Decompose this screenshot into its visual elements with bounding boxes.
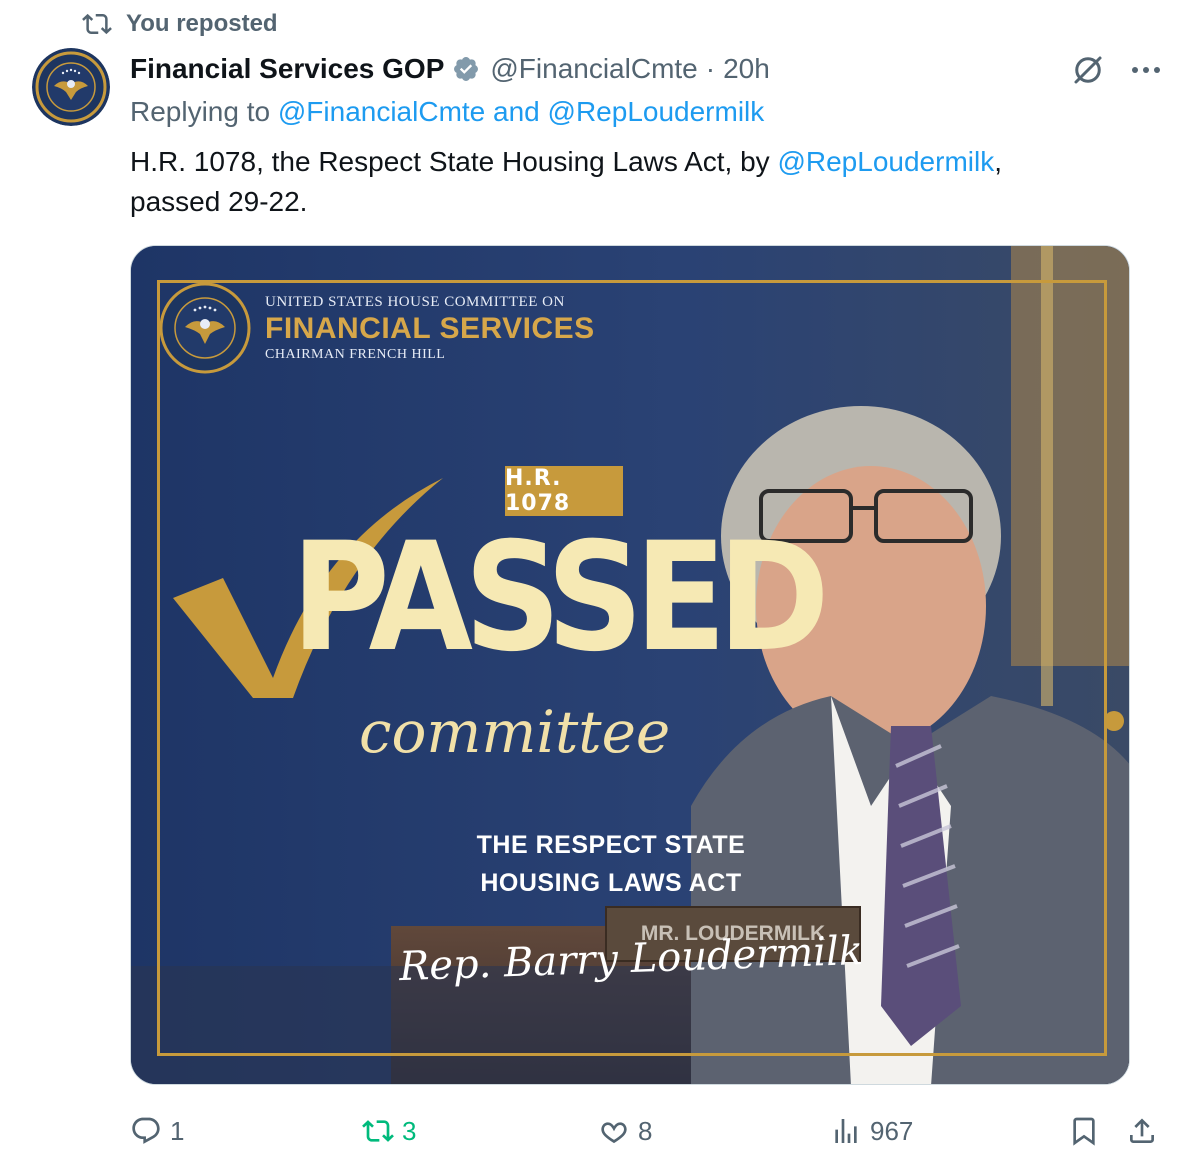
views-button[interactable]: 967: [830, 1106, 913, 1156]
tweet-text-after: ,: [994, 146, 1002, 177]
like-count: 8: [638, 1115, 653, 1146]
bookmark-icon: [1073, 1117, 1095, 1146]
replying-prefix: Replying to: [130, 96, 278, 127]
committee-line-1: UNITED STATES HOUSE COMMITTEE ON: [265, 293, 565, 310]
replying-to: Replying to @FinancialCmte and @RepLoude…: [130, 96, 764, 128]
verified-badge-icon: [454, 57, 479, 81]
repost-icon: [82, 13, 112, 35]
passed-headline: PASSED: [291, 511, 830, 685]
more-dot-icon: [1154, 67, 1160, 73]
committee-name: FINANCIAL SERVICES: [265, 311, 595, 345]
more-options-button[interactable]: [1124, 52, 1168, 88]
share-icon: [1130, 1118, 1154, 1143]
reply-count: 1: [170, 1115, 185, 1146]
more-dot-icon: [1132, 67, 1138, 73]
analytics-icon: [835, 1119, 857, 1143]
reply-icon: [132, 1117, 160, 1144]
repost-count: 3: [402, 1115, 417, 1146]
grok-button[interactable]: [1068, 52, 1108, 88]
tweet-image[interactable]: UNITED STATES HOUSE COMMITTEE ON FINANCI…: [130, 245, 1130, 1085]
grok-icon: [1074, 56, 1102, 84]
tweet-text-before: H.R. 1078, the Respect State Housing Law…: [130, 146, 778, 177]
tweet-header: Financial Services GOP @FinancialCmte · …: [130, 48, 770, 90]
tweet-mention[interactable]: @RepLoudermilk: [777, 146, 994, 177]
act-name-line-1: THE RESPECT STATE: [476, 831, 746, 859]
committee-seal-icon: [159, 282, 251, 374]
heart-icon: [601, 1122, 627, 1144]
act-name: THE RESPECT STATE HOUSING LAWS ACT: [431, 826, 791, 902]
reply-mention-2[interactable]: @RepLoudermilk: [548, 96, 765, 127]
reply-joiner: and: [485, 96, 548, 127]
avatar[interactable]: [32, 48, 110, 126]
author-handle[interactable]: @FinancialCmte: [490, 53, 697, 85]
tweet-actions: 1 3 8 967: [130, 1106, 1170, 1156]
act-name-line-2: HOUSING LAWS ACT: [480, 869, 742, 897]
committee-seal-icon: [32, 48, 110, 126]
reply-button[interactable]: 1: [130, 1106, 184, 1156]
view-count: 967: [870, 1115, 914, 1146]
bookmark-button[interactable]: [1068, 1106, 1100, 1156]
reply-mention-1[interactable]: @FinancialCmte: [278, 96, 485, 127]
author-name[interactable]: Financial Services GOP: [130, 53, 444, 85]
more-dot-icon: [1143, 67, 1149, 73]
committee-branding: UNITED STATES HOUSE COMMITTEE ON FINANCI…: [159, 282, 595, 374]
share-button[interactable]: [1126, 1106, 1158, 1156]
repost-button[interactable]: 3: [362, 1106, 416, 1156]
committee-subheadline: committee: [359, 698, 671, 766]
tweet-text-line2: passed 29-22.: [130, 186, 308, 217]
repost-label: You reposted: [126, 10, 278, 37]
separator-dot: ·: [705, 53, 716, 84]
committee-chairman: CHAIRMAN FRENCH HILL: [265, 346, 446, 362]
like-button[interactable]: 8: [598, 1106, 652, 1156]
tweet-timestamp[interactable]: 20h: [723, 53, 770, 85]
repost-context: You reposted: [82, 8, 278, 40]
repost-icon: [362, 1120, 394, 1142]
tweet-body: H.R. 1078, the Respect State Housing Law…: [130, 142, 1130, 222]
